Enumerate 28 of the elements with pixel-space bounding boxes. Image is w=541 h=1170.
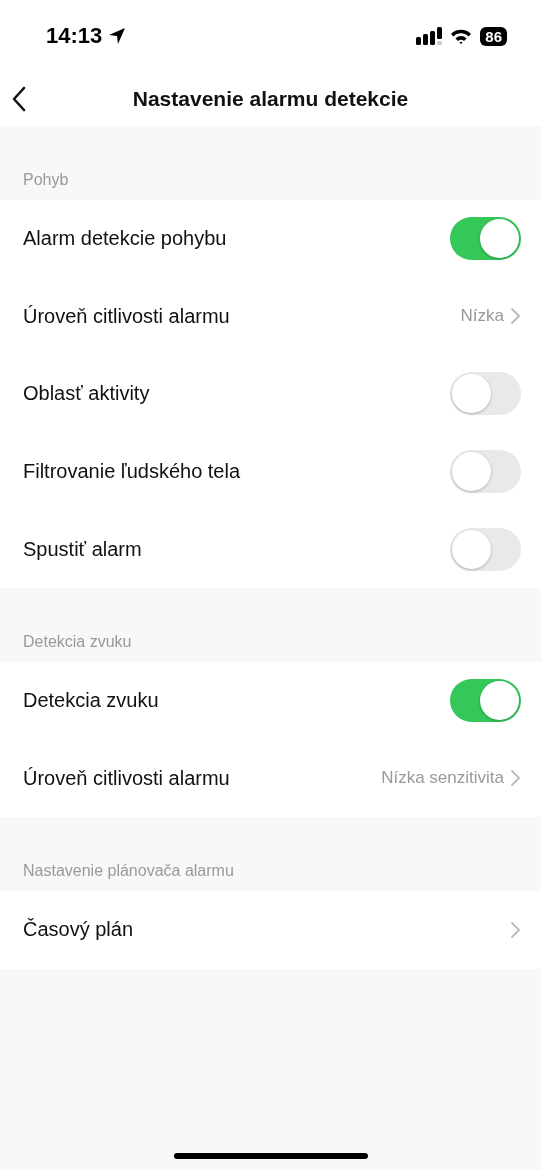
setting-label: Oblasť aktivity (23, 382, 151, 406)
chevron-right-icon[interactable] (510, 307, 521, 326)
toggle-switch[interactable] (450, 679, 521, 723)
battery-indicator: 86 (480, 26, 507, 46)
page-title: Nastavenie alarmu detekcie (132, 87, 409, 111)
section-header: Pohyb (23, 171, 69, 189)
chevron-right-icon[interactable] (510, 769, 521, 788)
setting-label: Úroveň citlivosti alarmu (23, 766, 231, 790)
section-header: Detekcia zvuku (23, 632, 132, 651)
setting-label: Spustiť alarm (23, 537, 143, 561)
wifi-icon (450, 27, 473, 45)
toggle-switch[interactable] (450, 527, 521, 571)
setting-label: Filtrovanie ľudského tela (23, 460, 242, 484)
setting-value[interactable]: Nízka (460, 306, 504, 327)
toggle-switch[interactable] (450, 450, 521, 494)
setting-value[interactable]: Nízka senzitivita (381, 768, 504, 789)
setting-label: Detekcia zvuku (23, 689, 160, 713)
home-indicator[interactable] (173, 1153, 368, 1159)
toggle-switch[interactable] (450, 372, 521, 416)
setting-label: Alarm detekcie pohybu (23, 227, 228, 251)
section-header: Nastavenie plánovača alarmu (23, 862, 234, 881)
location-arrow-icon (108, 27, 127, 45)
setting-label: Úroveň citlivosti alarmu (23, 304, 231, 328)
setting-label: Časový plán (23, 918, 135, 942)
chevron-right-icon[interactable] (510, 920, 521, 939)
clock: 14:13 (46, 23, 103, 49)
toggle-switch[interactable] (450, 217, 521, 261)
signal-icon (416, 27, 443, 45)
